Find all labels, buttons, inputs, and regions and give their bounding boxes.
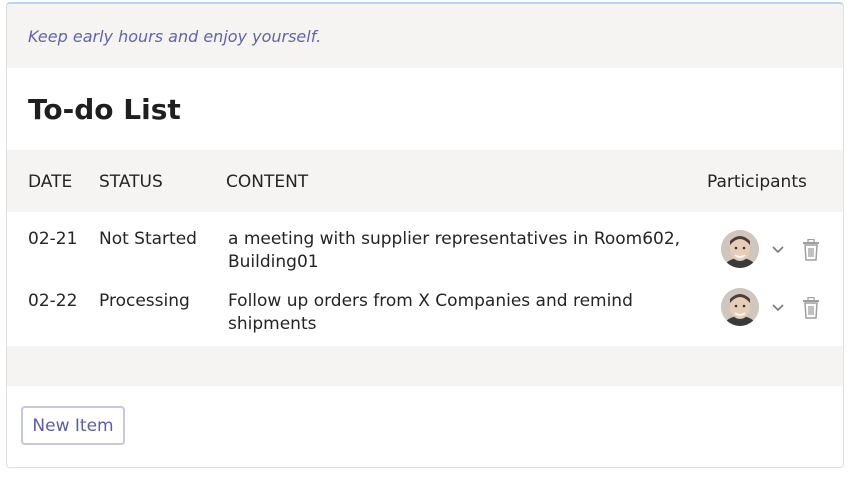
- row-content: a meeting with supplier representatives …: [228, 229, 681, 272]
- avatar-photo: [721, 288, 759, 326]
- avatar-photo: [721, 230, 759, 268]
- row-content: Follow up orders from X Companies and re…: [228, 291, 633, 334]
- column-header-status: STATUS: [99, 172, 163, 192]
- quote-text: Keep early hours and enjoy yourself.: [28, 26, 322, 46]
- chevron-down-icon[interactable]: [770, 242, 786, 258]
- column-header-participants: Participants: [707, 172, 807, 192]
- row-status: Processing: [99, 291, 190, 311]
- page-title: To-do List: [28, 92, 181, 126]
- table-header: DATE STATUS CONTENT Participants: [7, 150, 843, 212]
- trash-icon[interactable]: [802, 239, 820, 261]
- todo-card: Keep early hours and enjoy yourself. To-…: [6, 2, 844, 468]
- row-date: 02-21: [28, 229, 78, 249]
- row-status: Not Started: [99, 229, 197, 249]
- title-row: To-do List: [7, 68, 843, 150]
- column-header-content: CONTENT: [226, 172, 309, 192]
- new-item-button[interactable]: New Item: [21, 406, 125, 445]
- quote-bar: Keep early hours and enjoy yourself.: [7, 4, 843, 68]
- column-header-date: DATE: [28, 172, 73, 192]
- participant-avatar[interactable]: [721, 230, 759, 268]
- participant-avatar[interactable]: [721, 288, 759, 326]
- trash-icon[interactable]: [802, 297, 820, 319]
- footer-band: [7, 346, 843, 386]
- chevron-down-icon[interactable]: [770, 300, 786, 316]
- table-body: 02-21 Not Started a meeting with supplie…: [7, 212, 843, 346]
- row-date: 02-22: [28, 291, 78, 311]
